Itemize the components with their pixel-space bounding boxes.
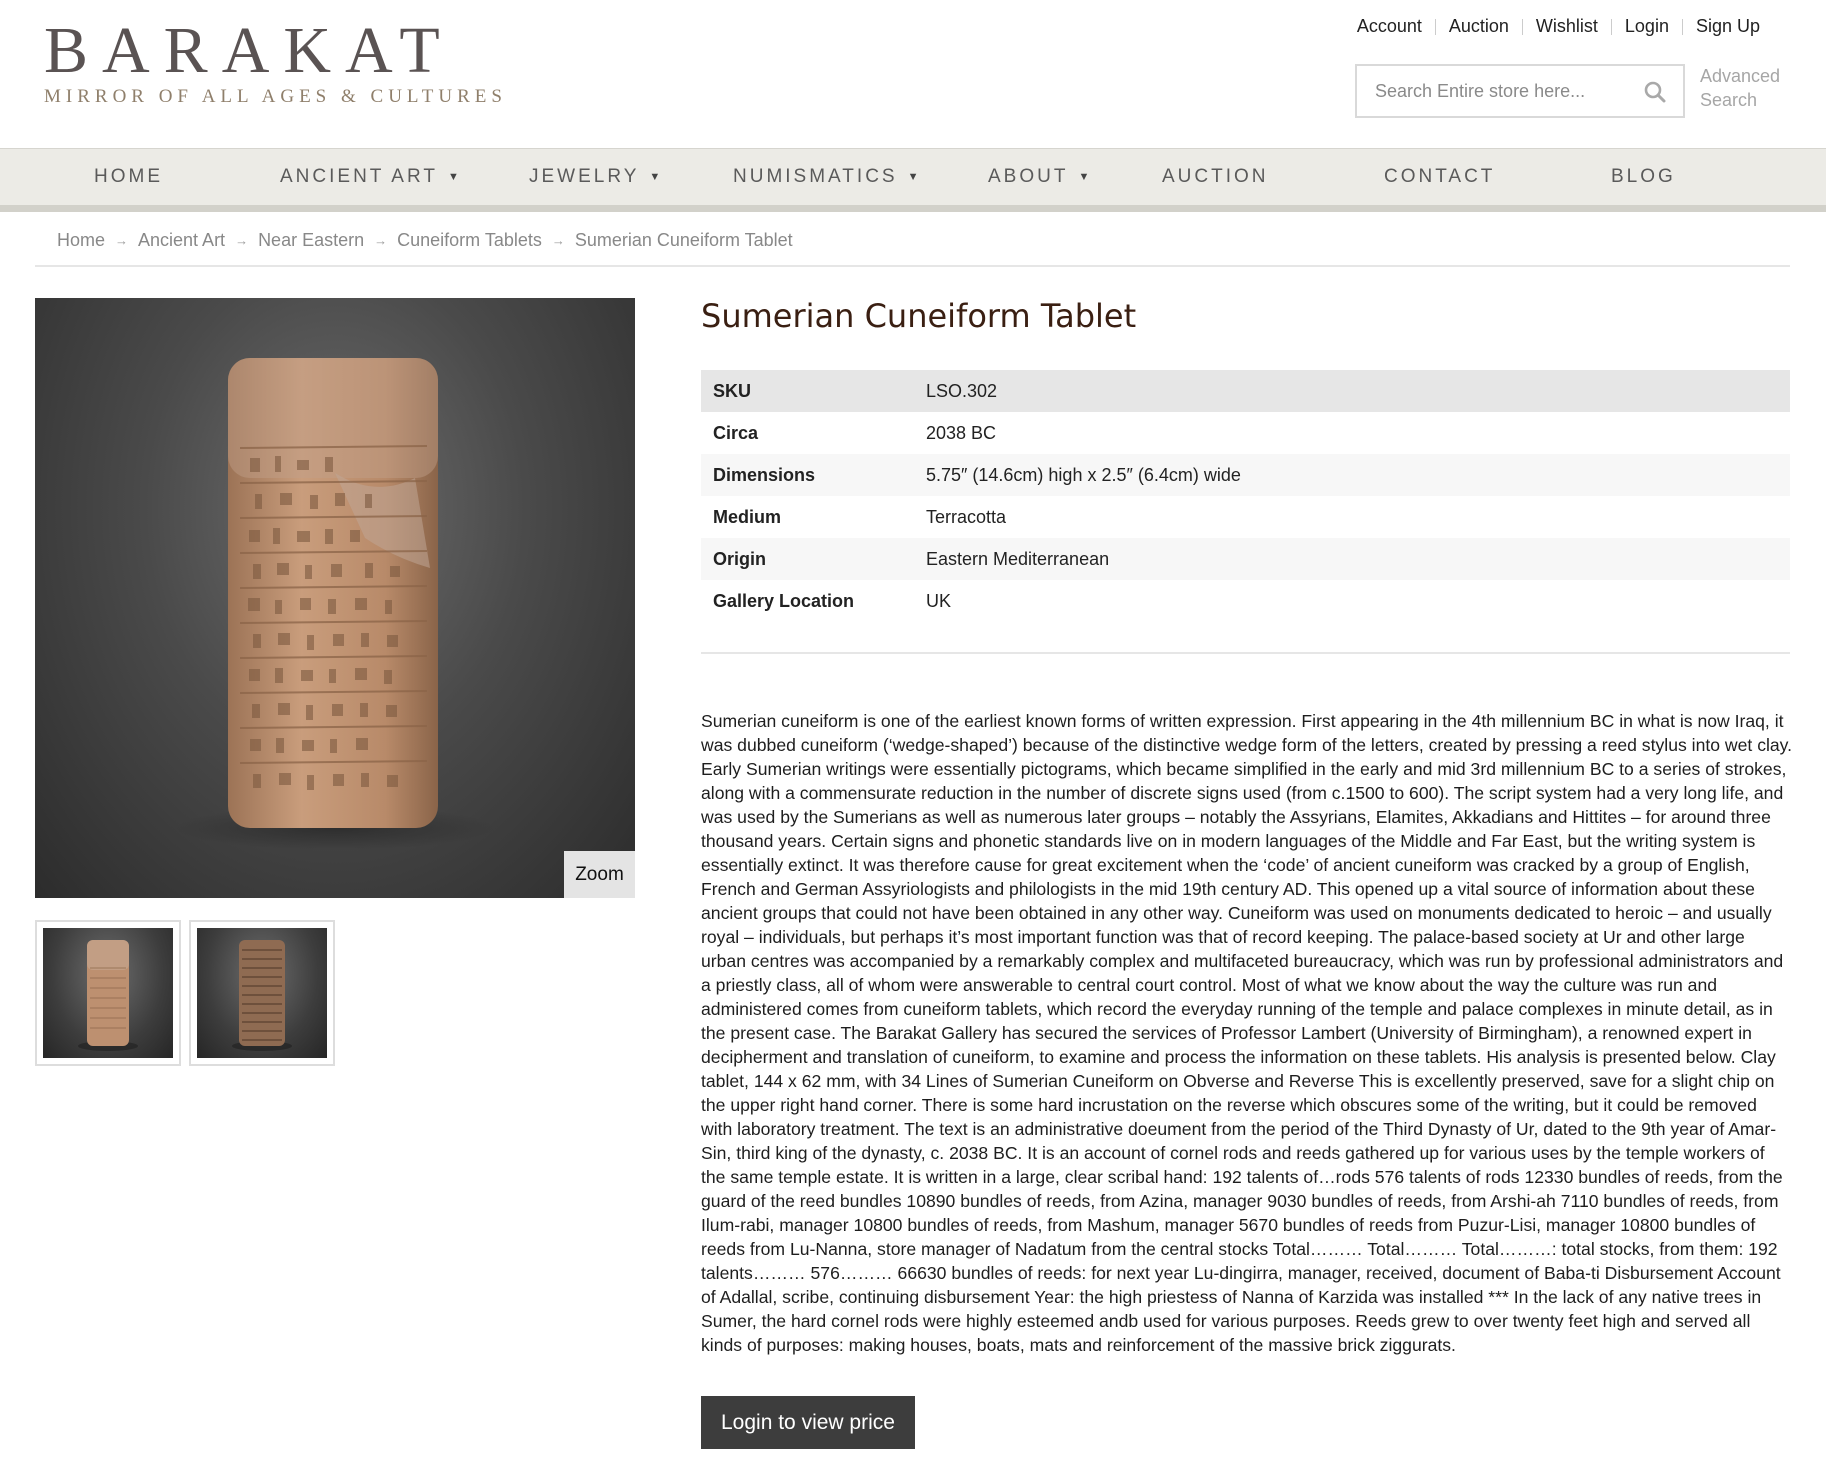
divider	[35, 265, 1790, 267]
site-header: BARAKAT MIRROR OF ALL AGES & CULTURES Ac…	[0, 0, 1826, 148]
caret-down-icon: ▼	[907, 171, 919, 183]
thumbnail-front[interactable]	[35, 920, 181, 1066]
caret-down-icon: ▼	[447, 171, 459, 183]
attribute-label: Medium	[713, 506, 782, 527]
site-logo[interactable]: BARAKAT MIRROR OF ALL AGES & CULTURES	[44, 18, 507, 108]
zoom-button[interactable]: Zoom	[564, 851, 635, 898]
tablet-illustration	[175, 358, 495, 850]
logo-tagline: MIRROR OF ALL AGES & CULTURES	[44, 86, 507, 107]
search-icon[interactable]	[1643, 80, 1667, 104]
attribute-value: 5.75″ (14.6cm) high x 2.5″ (6.4cm) wide	[926, 464, 1241, 485]
breadcrumb-home[interactable]: Home	[57, 230, 105, 251]
attribute-label: Dimensions	[713, 464, 816, 485]
breadcrumb-near-eastern[interactable]: Near Eastern	[258, 230, 364, 251]
nav-item-label: NUMISMATICS	[733, 166, 898, 187]
arrow-right-icon: →	[235, 233, 249, 248]
logo-wordmark: BARAKAT	[44, 14, 454, 87]
wishlist-link[interactable]: Wishlist	[1536, 16, 1598, 37]
breadcrumb-cuneiform-tablets[interactable]: Cuneiform Tablets	[397, 230, 542, 251]
attribute-value: 2038 BC	[926, 422, 997, 443]
product-main-image[interactable]: Zoom	[35, 298, 635, 898]
nav-item-auction[interactable]: AUCTION	[1162, 149, 1269, 205]
nav-item-label: HOME	[94, 166, 163, 187]
arrow-right-icon: →	[115, 233, 129, 248]
attribute-value: Terracotta	[926, 506, 1007, 527]
nav-item-jewelry[interactable]: JEWELRY ▼	[529, 149, 660, 205]
caret-down-icon: ▼	[1078, 171, 1090, 183]
nav-item-contact[interactable]: CONTACT	[1384, 149, 1495, 205]
table-row: Gallery Location UK	[701, 580, 1790, 622]
arrow-right-icon: →	[374, 233, 388, 248]
nav-item-numismatics[interactable]: NUMISMATICS ▼	[733, 149, 918, 205]
advanced-search-link[interactable]: Advanced Search	[1700, 64, 1780, 112]
breadcrumb: Home → Ancient Art → Near Eastern → Cune…	[57, 230, 793, 251]
nav-item-ancient-art[interactable]: ANCIENT ART ▼	[280, 149, 459, 205]
nav-item-label: ANCIENT ART	[280, 166, 438, 187]
nav-item-label: AUCTION	[1162, 166, 1269, 187]
divider	[1521, 18, 1523, 35]
thumbnail-reverse[interactable]	[189, 920, 335, 1066]
nav-item-blog[interactable]: BLOG	[1611, 149, 1676, 205]
product-description: Sumerian cuneiform is one of the earlies…	[701, 711, 1793, 1355]
attribute-label: Gallery Location	[713, 590, 855, 611]
nav-item-label: ABOUT	[988, 166, 1069, 187]
table-row: Medium Terracotta	[701, 496, 1790, 538]
arrow-right-icon: →	[551, 233, 565, 248]
top-links: Account Auction Wishlist Login Sign Up	[1357, 16, 1760, 37]
login-link[interactable]: Login	[1625, 16, 1669, 37]
advanced-search-line2: Search	[1700, 90, 1758, 110]
attribute-value: UK	[926, 590, 952, 611]
product-title: Sumerian Cuneiform Tablet	[701, 297, 1137, 335]
search-input[interactable]	[1357, 66, 1627, 116]
table-row: Dimensions 5.75″ (14.6cm) high x 2.5″ (6…	[701, 454, 1790, 496]
sign-up-link[interactable]: Sign Up	[1696, 16, 1760, 37]
divider	[701, 652, 1790, 654]
attribute-label: Origin	[713, 548, 766, 569]
divider	[1681, 18, 1683, 35]
login-to-view-price-button[interactable]: Login to view price	[701, 1396, 915, 1449]
table-row: SKU LSO.302	[701, 370, 1790, 412]
product-attributes-table: SKU LSO.302 Circa 2038 BC Dimensions 5.7…	[701, 370, 1790, 622]
nav-item-about[interactable]: ABOUT ▼	[988, 149, 1089, 205]
search-box	[1355, 64, 1685, 118]
main-nav: HOME ANCIENT ART ▼ JEWELRY ▼ NUMISMATICS ▼ …	[0, 148, 1826, 212]
thumbnail-strip	[35, 920, 335, 1066]
auction-link[interactable]: Auction	[1449, 16, 1509, 37]
nav-item-label: JEWELRY	[529, 166, 640, 187]
nav-item-home[interactable]: HOME	[94, 149, 163, 205]
breadcrumb-ancient-art[interactable]: Ancient Art	[138, 230, 225, 251]
attribute-value: Eastern Mediterranean	[926, 548, 1110, 569]
advanced-search-line1: Advanced	[1700, 66, 1781, 86]
divider	[1434, 18, 1436, 35]
table-row: Circa 2038 BC	[701, 412, 1790, 454]
table-row: Origin Eastern Mediterranean	[701, 538, 1790, 580]
thumbnail-image	[43, 928, 173, 1058]
attribute-label: Circa	[713, 422, 759, 443]
divider	[1610, 18, 1612, 35]
attribute-label: SKU	[713, 380, 752, 401]
nav-item-label: CONTACT	[1384, 166, 1496, 187]
thumbnail-image	[197, 928, 327, 1058]
nav-item-label: BLOG	[1611, 166, 1676, 187]
caret-down-icon: ▼	[649, 171, 661, 183]
account-link[interactable]: Account	[1357, 16, 1422, 37]
attribute-value: LSO.302	[926, 380, 998, 401]
breadcrumb-current: Sumerian Cuneiform Tablet	[574, 230, 793, 250]
